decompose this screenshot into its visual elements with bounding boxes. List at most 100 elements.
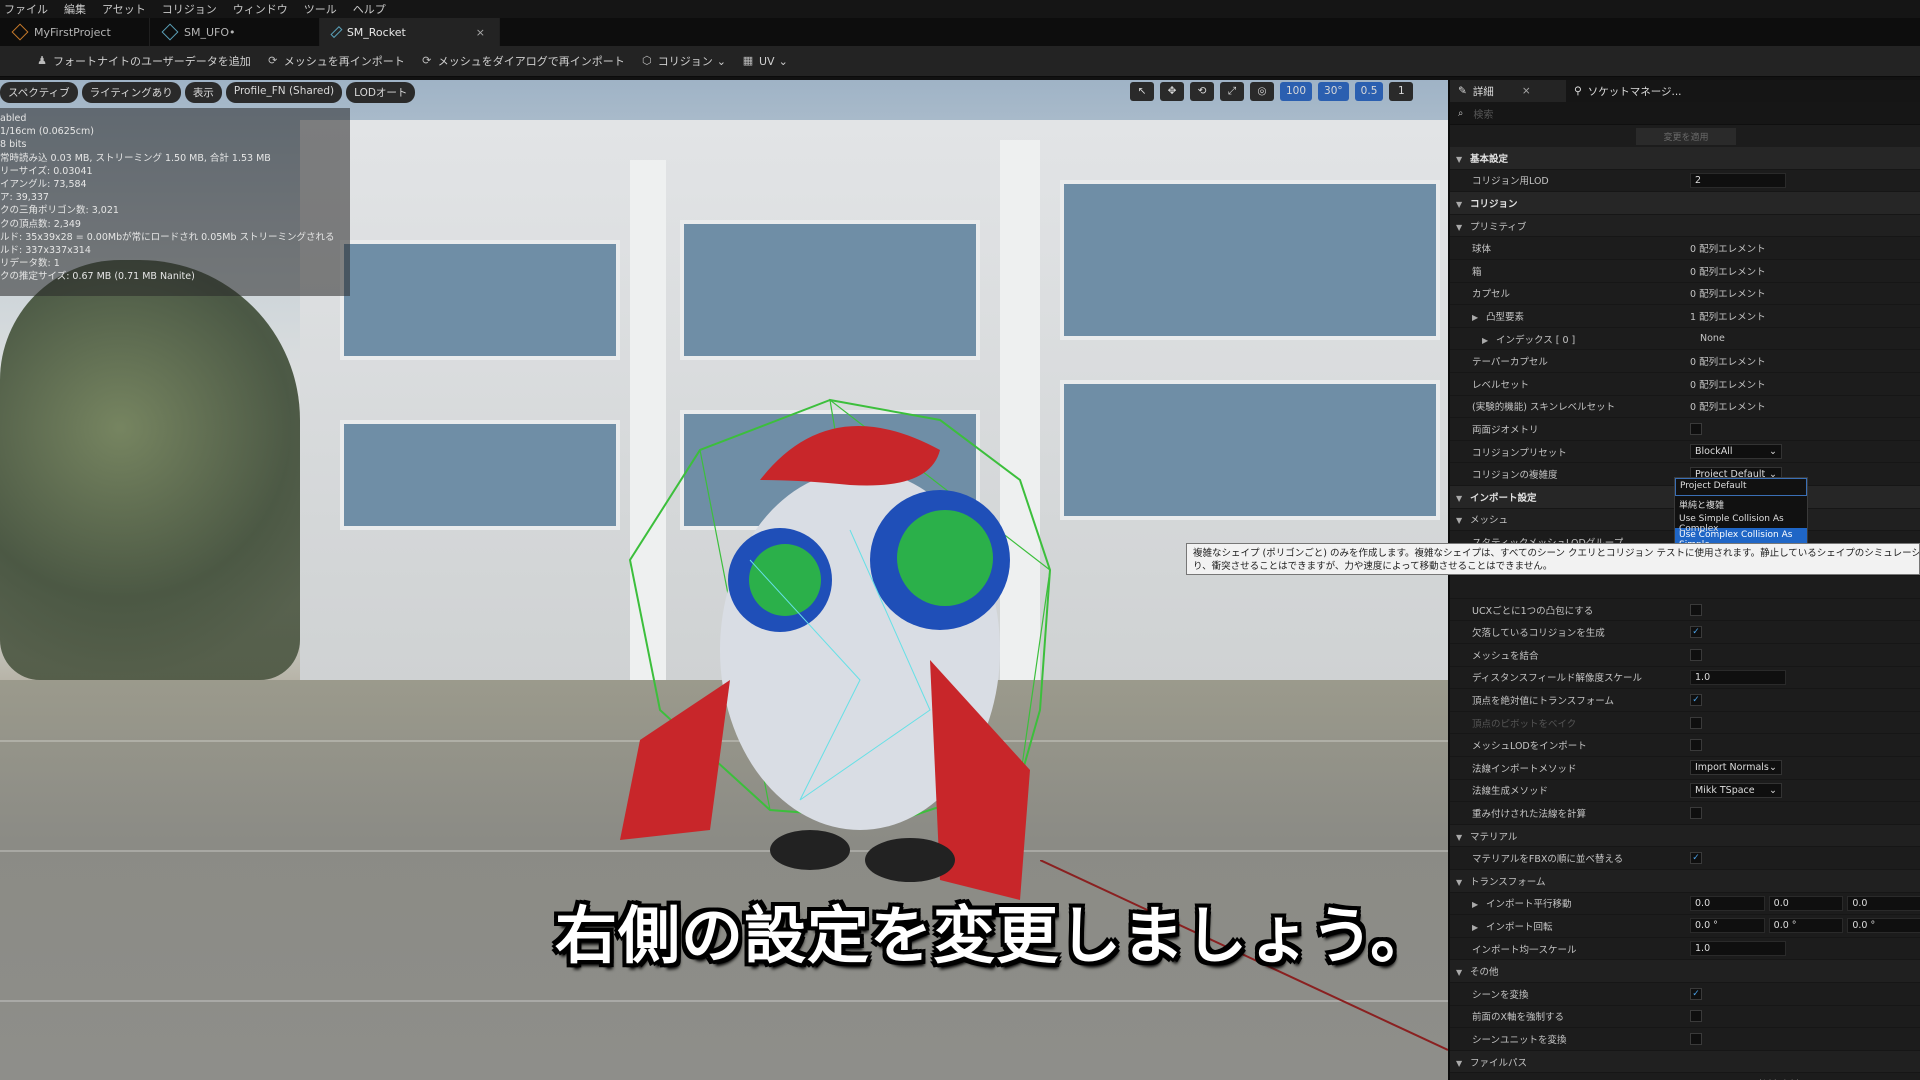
vector-component-field[interactable]: 0.0: [1768, 895, 1844, 911]
vector-component-field[interactable]: 0.0: [1847, 895, 1920, 911]
menu-window[interactable]: ウィンドウ: [233, 1, 288, 17]
collision-complexity-dropdown[interactable]: Project Default 単純と複雑 Use Simple Collisi…: [1674, 477, 1808, 550]
number-field[interactable]: 1.0: [1690, 941, 1786, 957]
close-icon[interactable]: ×: [1522, 85, 1531, 97]
property-row: メッシュLODをインポート: [1450, 734, 1920, 758]
reimport-mesh-button[interactable]: ⟳ メッシュを再インポート: [267, 53, 405, 69]
menu-collision[interactable]: コリジョン: [162, 1, 217, 17]
subsection-header[interactable]: ▼ プリミティブ: [1450, 214, 1920, 238]
combo-box[interactable]: Import Normals ⌄: [1690, 760, 1782, 776]
chevron-right-icon[interactable]: ▶: [1472, 900, 1482, 909]
search-input[interactable]: 検索: [1473, 106, 1493, 121]
property-label-text: インポート設定: [1470, 492, 1537, 504]
chevron-down-icon[interactable]: ▼: [1456, 155, 1466, 164]
chevron-right-icon[interactable]: ▶: [1482, 336, 1492, 345]
dropdown-option[interactable]: Use Simple Collision As Complex: [1675, 512, 1807, 534]
property-label-text: カプセル: [1472, 289, 1511, 301]
menu-asset[interactable]: アセット: [102, 1, 146, 17]
checkbox[interactable]: [1690, 716, 1702, 729]
chevron-down-icon[interactable]: ▼: [1456, 223, 1466, 232]
chevron-down-icon[interactable]: ▼: [1456, 833, 1466, 842]
checkbox[interactable]: [1690, 739, 1702, 752]
reimport-dialog-button[interactable]: ⟳ メッシュをダイアログで再インポート: [421, 53, 625, 69]
rotation-snap-value[interactable]: 30°: [1318, 82, 1349, 101]
checkbox[interactable]: ✓: [1690, 987, 1702, 1000]
checkbox[interactable]: [1690, 422, 1702, 435]
menu-edit[interactable]: 編集: [64, 1, 86, 17]
property-row: ▶ インデックス [ 0 ] None: [1450, 328, 1920, 351]
combo-value: BlockAll: [1695, 446, 1733, 458]
rocket-foot: [770, 830, 850, 870]
property-label-text: テーパーカプセル: [1472, 357, 1548, 369]
property-label-text: 頂点を絶対値にトランスフォーム: [1472, 696, 1615, 708]
perspective-button[interactable]: スペクティブ: [0, 82, 78, 103]
checkbox[interactable]: [1690, 1032, 1702, 1045]
scale-snap-value[interactable]: 0.5: [1354, 82, 1384, 101]
uv-menu-button[interactable]: ▦ UV ⌄: [742, 55, 788, 68]
lod-button[interactable]: LODオート: [346, 82, 416, 103]
number-field[interactable]: 1.0: [1690, 669, 1786, 685]
chevron-right-icon[interactable]: ▶: [1472, 923, 1482, 932]
checkbox[interactable]: [1690, 1010, 1702, 1023]
subsection-header[interactable]: ▼ その他: [1450, 960, 1920, 983]
section-header[interactable]: ▼ コリジョン: [1450, 192, 1920, 215]
menu-tools[interactable]: ツール: [304, 1, 337, 17]
tab-project[interactable]: MyFirstProject: [0, 18, 150, 46]
number-field[interactable]: 2: [1690, 172, 1786, 188]
dropdown-option[interactable]: Project Default: [1675, 478, 1807, 496]
property-value: [1690, 716, 1920, 729]
search-bar[interactable]: ⌕ 検索: [1450, 102, 1920, 125]
checkbox[interactable]: [1690, 603, 1702, 616]
select-icon[interactable]: ↖: [1130, 82, 1154, 101]
world-icon[interactable]: ◎: [1250, 82, 1274, 101]
tab-details[interactable]: ✎ 詳細 ×: [1450, 80, 1566, 102]
combo-box[interactable]: BlockAll ⌄: [1690, 444, 1782, 460]
menu-help[interactable]: ヘルプ: [353, 1, 386, 17]
vector-component-field[interactable]: 0.0 °: [1768, 918, 1844, 934]
add-user-data-button[interactable]: ♟ フォートナイトのユーザーデータを追加: [36, 53, 251, 69]
scale-icon[interactable]: ⤢: [1220, 82, 1244, 101]
dropdown-option[interactable]: 単純と複雑: [1675, 496, 1807, 512]
section-header[interactable]: ▼ 基本設定: [1450, 147, 1920, 170]
apply-changes-button[interactable]: 変更を適用: [1636, 127, 1736, 145]
property-label: 頂点を絶対値にトランスフォーム: [1450, 693, 1690, 707]
checkbox[interactable]: ✓: [1690, 694, 1702, 707]
chevron-down-icon[interactable]: ▼: [1456, 1059, 1466, 1068]
combo-box[interactable]: Mikk TSpace ⌄: [1690, 782, 1782, 798]
vector-component-field[interactable]: 0.0 °: [1847, 918, 1920, 934]
vector-component-field[interactable]: 0.0 °: [1690, 918, 1765, 934]
stat-line: クの推定サイズ: 0.67 MB (0.71 MB Nanite): [0, 271, 195, 283]
collision-menu-button[interactable]: ⬡ コリジョン ⌄: [641, 53, 726, 69]
close-icon[interactable]: ×: [476, 26, 485, 39]
tab-sm-ufo[interactable]: SM_UFO•: [150, 18, 320, 46]
checkbox[interactable]: ✓: [1690, 626, 1702, 639]
checkbox[interactable]: [1690, 648, 1702, 661]
chevron-down-icon[interactable]: ▼: [1456, 494, 1466, 503]
camera-speed-value[interactable]: 1: [1389, 82, 1414, 101]
grid-snap-value[interactable]: 100: [1280, 82, 1313, 101]
property-label: ▼ インポート設定: [1450, 490, 1674, 504]
chevron-down-icon[interactable]: ▼: [1456, 516, 1466, 525]
rotate-icon[interactable]: ⟲: [1190, 82, 1214, 101]
property-list: ▼ 基本設定 コリジョン用LOD 2 ▼ コリジョン ▼ プリミティブ 球体 0 配列エレメント箱…: [1450, 147, 1920, 1080]
chevron-right-icon[interactable]: ▶: [1472, 313, 1482, 322]
subsection-header[interactable]: ▼ トランスフォーム: [1450, 870, 1920, 893]
tab-socket-manager[interactable]: ⚲ ソケットマネージ...: [1566, 80, 1690, 102]
chevron-down-icon[interactable]: ▼: [1456, 200, 1466, 209]
chevron-down-icon[interactable]: ▼: [1456, 968, 1466, 977]
move-icon[interactable]: ✥: [1160, 82, 1184, 101]
subsection-header[interactable]: ▼ マテリアル: [1450, 824, 1920, 848]
vector-component-field[interactable]: 0.0: [1690, 895, 1765, 911]
profile-button[interactable]: Profile_FN (Shared): [225, 82, 343, 103]
checkbox[interactable]: ✓: [1690, 852, 1702, 865]
reimport-icon: ⟳: [422, 54, 432, 67]
property-label: 両面ジオメトリ: [1450, 422, 1690, 436]
tab-sm-rocket[interactable]: SM_Rocket ×: [320, 18, 500, 46]
checkbox[interactable]: [1690, 807, 1702, 820]
subsection-header[interactable]: ▼ ファイルパス: [1450, 1050, 1920, 1074]
lighting-button[interactable]: ライティングあり: [81, 82, 181, 103]
chevron-down-icon[interactable]: ▼: [1456, 878, 1466, 887]
dropdown-option-highlighted[interactable]: Use Complex Collision As Simple: [1675, 528, 1807, 550]
show-button[interactable]: 表示: [184, 82, 222, 103]
menu-file[interactable]: ファイル: [4, 1, 48, 17]
